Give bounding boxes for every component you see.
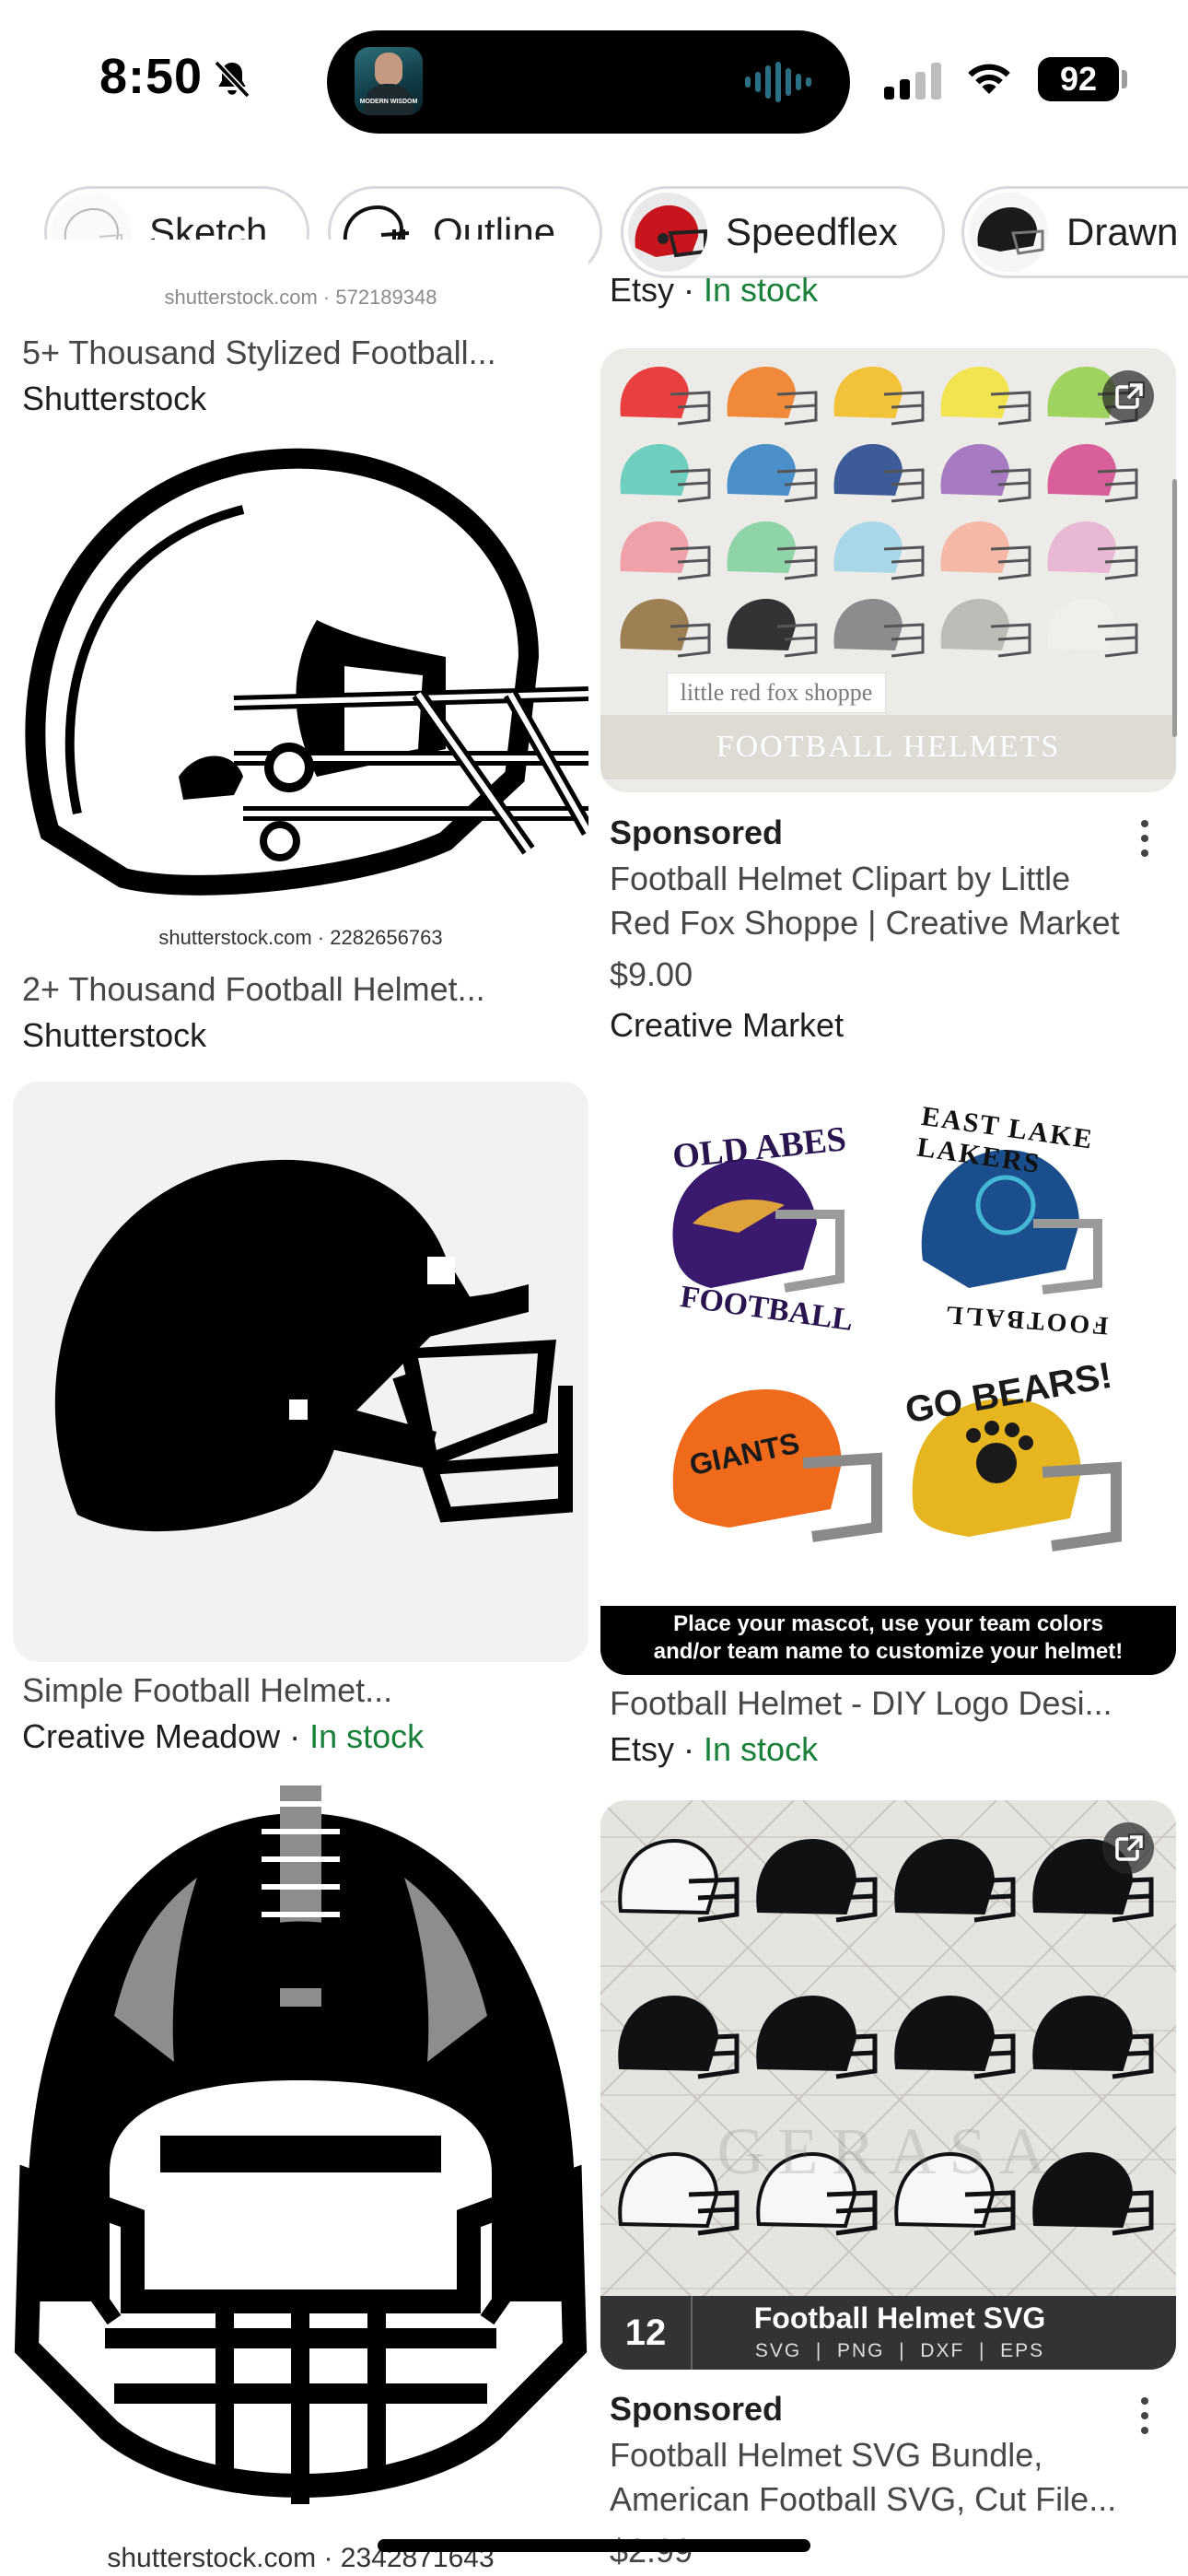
chip-speedflex[interactable]: Speedflex: [621, 186, 945, 278]
result-title: Simple Football Helmet...: [22, 1671, 393, 1709]
cellular-signal-icon: [884, 63, 941, 100]
bundle-helmet: [894, 1995, 1016, 2079]
wifi-icon: [968, 64, 1010, 94]
external-link-icon: [1115, 381, 1145, 409]
result-title: 5+ Thousand Stylized Football...: [22, 334, 496, 371]
bell-muted-icon: [214, 60, 250, 99]
in-stock-badge: In stock: [309, 1717, 425, 1755]
palette-helmet: [727, 367, 818, 426]
bundle-helmet: [618, 1995, 740, 2079]
bundle-helmet: [1032, 1995, 1154, 2079]
result-card[interactable]: Etsy · In stock: [600, 271, 1176, 332]
status-time: 8:50: [99, 49, 204, 104]
palette-helmet: [727, 444, 818, 503]
result-card[interactable]: OLD ABES FOOTBALL EAST LAKE LAKERS FOOTB…: [600, 1095, 1176, 1776]
palette-helmet: [833, 521, 925, 580]
helmet-bundle-image: [600, 1800, 1176, 2299]
image-count: 12: [600, 2296, 693, 2370]
result-source: Shutterstock: [22, 1016, 207, 1054]
palette-helmet: [833, 444, 925, 503]
image-banner-text: FOOTBALL HELMETS: [600, 715, 1176, 779]
palette-helmet: [620, 367, 711, 426]
chip-drawn[interactable]: Drawn: [961, 186, 1188, 278]
external-link-icon: [1115, 1833, 1145, 1861]
image-brand-text: little red fox shoppe: [667, 673, 886, 713]
result-source: Creative Meadow · In stock: [22, 1717, 425, 1755]
palette-helmet: [1047, 444, 1138, 503]
result-image: shutterstock.com · 2282656763: [13, 445, 588, 956]
image-watermark: shutterstock.com · 572189348: [164, 286, 437, 309]
scrollbar-thumb[interactable]: [1172, 479, 1177, 737]
silhouette-helmet-image: [54, 1159, 573, 1532]
result-card[interactable]: shutterstock.com · 2342871643: [13, 1786, 588, 2576]
result-card[interactable]: shutterstock.com · 2282656763 2+ Thousan…: [13, 445, 588, 1054]
in-stock-badge: In stock: [704, 271, 819, 309]
bundle-helmet: [756, 1838, 878, 1923]
drawn-helmet-thumbnail: [969, 193, 1048, 272]
chip-label: Speedflex: [726, 210, 898, 253]
front-helmet-image: [14, 1786, 588, 2504]
sponsored-label: Sponsored: [610, 814, 784, 851]
result-card[interactable]: shutterstock.com · 572189348 5+ Thousand…: [13, 240, 588, 424]
result-image: [13, 1082, 588, 1662]
sponsored-result-card[interactable]: little red fox shoppe FOOTBALL HELMETS S…: [600, 348, 1176, 1067]
palette-helmet: [833, 599, 925, 658]
palette-helmet: [1047, 521, 1138, 580]
status-bar: 8:50 MODERN WISDOM 92: [0, 0, 1188, 157]
result-source: Creative Market: [610, 1006, 844, 1044]
image-caption: Place your mascot, use your team colors …: [653, 1611, 1124, 1664]
palette-helmet: [940, 367, 1031, 426]
result-image: shutterstock.com · 572189348: [13, 240, 588, 313]
image-title: Football Helmet SVG: [753, 2301, 1046, 2335]
result-image: little red fox shoppe FOOTBALL HELMETS: [600, 348, 1176, 792]
result-source: Shutterstock: [22, 380, 207, 417]
result-image: OLD ABES FOOTBALL EAST LAKE LAKERS FOOTB…: [600, 1095, 1176, 1675]
palette-helmet: [620, 521, 711, 580]
palette-helmet: [1047, 599, 1138, 658]
battery-indicator: 92: [1038, 57, 1119, 101]
bundle-helmet: [618, 1838, 740, 1923]
result-title: 2+ Thousand Football Helmet...: [22, 970, 485, 1008]
image-watermark: GERASA: [716, 2114, 1060, 2188]
palette-helmet: [833, 367, 925, 426]
result-image: GERASA 12 Football Helmet SVG SVG | PNG …: [600, 1800, 1176, 2370]
palette-helmet: [620, 599, 711, 658]
palette-helmet: [620, 444, 711, 503]
now-playing-thumbnail: MODERN WISDOM: [355, 47, 423, 115]
result-title: Football Helmet - DIY Logo Desi...: [610, 1684, 1112, 1722]
in-stock-badge: In stock: [704, 1730, 819, 1768]
palette-helmet: [940, 521, 1031, 580]
open-external-button[interactable]: [1102, 1822, 1154, 1874]
chip-label: Drawn: [1066, 210, 1179, 253]
result-title-line2: American Football SVG, Cut File...: [610, 2480, 1117, 2518]
result-image: shutterstock.com · 2342871643: [13, 1786, 588, 2576]
palette-helmet: [727, 599, 818, 658]
speedflex-helmet-thumbnail: [628, 193, 707, 272]
result-title-line1: Football Helmet Clipart by Little: [610, 860, 1071, 897]
open-external-button[interactable]: [1102, 370, 1154, 422]
audio-waveform-icon: [745, 62, 811, 102]
sponsored-result-card[interactable]: GERASA 12 Football Helmet SVG SVG | PNG …: [600, 1800, 1176, 2576]
image-footer: 12 Football Helmet SVG SVG | PNG | DXF |…: [600, 2296, 1176, 2370]
palette-helmet: [940, 444, 1031, 503]
result-title-line2: Red Fox Shoppe | Creative Market: [610, 904, 1120, 942]
palette-helmet: [940, 599, 1031, 658]
image-formats: SVG | PNG | DXF | EPS: [754, 2340, 1045, 2361]
home-indicator[interactable]: [378, 2539, 810, 2552]
more-options-button[interactable]: [1139, 2397, 1150, 2443]
bundle-helmet: [894, 1838, 1016, 1923]
result-price: $9.00: [610, 955, 693, 993]
image-watermark: shutterstock.com · 2282656763: [158, 926, 443, 949]
sponsored-label: Sponsored: [610, 2390, 784, 2428]
battery-tip: [1122, 70, 1127, 88]
more-options-button[interactable]: [1139, 820, 1150, 866]
bundle-helmet: [756, 1995, 878, 2079]
result-source: Etsy · In stock: [610, 1730, 819, 1768]
palette-helmet: [727, 521, 818, 580]
outline-helmet-image: [25, 448, 588, 896]
result-source: Etsy · In stock: [610, 271, 819, 309]
result-card[interactable]: Simple Football Helmet... Creative Meado…: [13, 1082, 588, 1773]
dynamic-island[interactable]: MODERN WISDOM: [327, 30, 850, 134]
result-title-line1: Football Helmet SVG Bundle,: [610, 2436, 1043, 2474]
